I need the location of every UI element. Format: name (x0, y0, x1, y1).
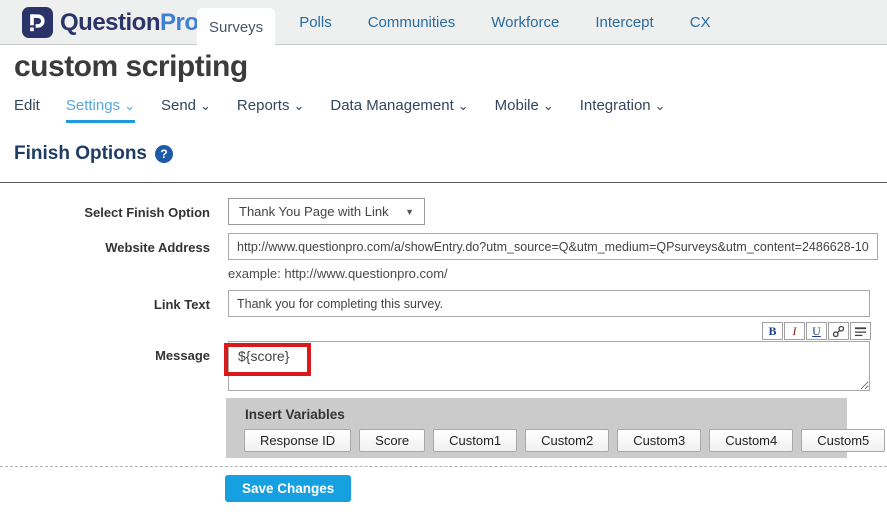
insert-variables-title: Insert Variables (245, 407, 345, 422)
subnav-item-send[interactable]: Send⌄ (161, 97, 211, 123)
message-textarea[interactable]: ${score} (228, 341, 870, 391)
top-navigation-bar: QuestionPro Surveys Polls Communities Wo… (0, 0, 887, 45)
brand-word-question: Question (60, 9, 160, 36)
insert-variables-buttons: Response ID Score Custom1 Custom2 Custom… (244, 429, 885, 452)
brand-wordmark: QuestionPro (60, 9, 199, 37)
finish-option-selected-value: Thank You Page with Link (239, 204, 389, 219)
tab-communities[interactable]: Communities (356, 0, 468, 45)
section-divider (0, 182, 887, 183)
variable-button-custom5[interactable]: Custom5 (801, 429, 885, 452)
align-button[interactable] (850, 322, 871, 340)
tab-polls[interactable]: Polls (287, 0, 344, 45)
website-address-label: Website Address (0, 240, 210, 255)
message-label: Message (0, 348, 210, 363)
section-heading: Finish Options ? (14, 143, 173, 165)
subnav-item-edit[interactable]: Edit (14, 97, 40, 123)
chevron-down-icon: ⌄ (543, 98, 554, 113)
select-finish-option-label: Select Finish Option (0, 205, 210, 220)
chevron-down-icon: ⌄ (200, 98, 211, 113)
website-example-text: example: http://www.questionpro.com/ (228, 266, 448, 281)
chevron-down-icon: ⌄ (458, 98, 469, 113)
insert-variables-panel: Insert Variables Response ID Score Custo… (226, 398, 847, 458)
question-p-glyph (27, 12, 48, 33)
tab-workforce[interactable]: Workforce (479, 0, 571, 45)
insert-link-button[interactable] (828, 322, 849, 340)
product-tabs: Surveys Polls Communities Workforce Inte… (197, 0, 735, 45)
chevron-down-icon: ⌄ (293, 98, 304, 113)
underline-button[interactable]: U (806, 322, 827, 340)
tab-intercept[interactable]: Intercept (583, 0, 665, 45)
message-format-toolbar: B I U (762, 322, 871, 340)
subnav-item-settings[interactable]: Settings⌄ (66, 97, 135, 123)
save-changes-button[interactable]: Save Changes (225, 475, 351, 502)
brand-word-pro: Pro (160, 9, 199, 36)
chevron-down-icon: ⌄ (655, 98, 666, 113)
section-title: Finish Options (14, 143, 147, 165)
variable-button-custom2[interactable]: Custom2 (525, 429, 609, 452)
variable-button-response-id[interactable]: Response ID (244, 429, 351, 452)
questionpro-logo-icon (22, 7, 53, 38)
survey-sub-navigation: Edit Settings⌄ Send⌄ Reports⌄ Data Manag… (14, 97, 666, 123)
chevron-down-icon: ⌄ (124, 98, 135, 113)
subnav-item-mobile[interactable]: Mobile⌄ (495, 97, 554, 123)
bold-button[interactable]: B (762, 322, 783, 340)
select-arrow-icon: ▼ (405, 207, 414, 217)
subnav-item-integration[interactable]: Integration⌄ (580, 97, 666, 123)
variable-button-score[interactable]: Score (359, 429, 425, 452)
variable-button-custom1[interactable]: Custom1 (433, 429, 517, 452)
page-title: custom scripting (14, 50, 248, 84)
tab-cx[interactable]: CX (678, 0, 723, 45)
subnav-item-reports[interactable]: Reports⌄ (237, 97, 304, 123)
align-lines-icon (854, 325, 867, 338)
link-chain-icon (832, 325, 845, 338)
link-text-input[interactable] (228, 290, 870, 317)
variable-button-custom4[interactable]: Custom4 (709, 429, 793, 452)
italic-button[interactable]: I (784, 322, 805, 340)
subnav-item-data-management[interactable]: Data Management⌄ (330, 97, 468, 123)
variable-button-custom3[interactable]: Custom3 (617, 429, 701, 452)
website-address-input[interactable] (228, 233, 878, 260)
questionpro-logo[interactable]: QuestionPro (22, 7, 199, 38)
bottom-dashed-divider (0, 466, 887, 467)
link-text-label: Link Text (0, 297, 210, 312)
finish-option-select[interactable]: Thank You Page with Link ▼ (228, 198, 425, 225)
help-icon[interactable]: ? (155, 145, 173, 163)
tab-surveys[interactable]: Surveys (197, 8, 275, 46)
